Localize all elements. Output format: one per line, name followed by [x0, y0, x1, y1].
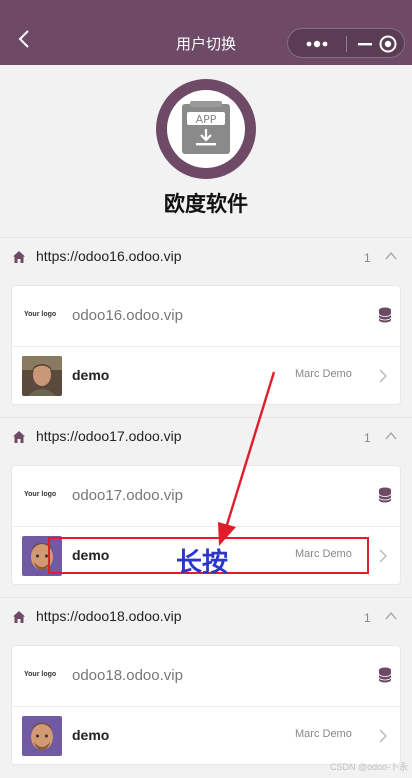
- app-name: 欧度软件: [164, 192, 248, 216]
- database-card: Your logo odoo18.odoo.vip demo Marc Demo: [11, 645, 401, 765]
- more-dots-icon[interactable]: [298, 33, 338, 55]
- server-header[interactable]: https://odoo18.odoo.vip 1: [0, 597, 412, 636]
- user-full-name: Marc Demo: [295, 368, 352, 380]
- database-row[interactable]: Your logo odoo18.odoo.vip: [12, 646, 400, 707]
- user-count: 1: [364, 431, 371, 445]
- server-group: https://odoo18.odoo.vip 1 Your logo odoo…: [0, 597, 412, 765]
- server-url: https://odoo17.odoo.vip: [36, 428, 182, 444]
- database-logo: Your logo: [24, 671, 57, 678]
- user-login: demo: [72, 367, 110, 383]
- minus-icon[interactable]: [354, 33, 376, 55]
- home-icon: [13, 431, 25, 443]
- home-icon: [13, 251, 25, 263]
- server-group: https://odoo17.odoo.vip 1 Your logo odoo…: [0, 417, 412, 585]
- target-circle-icon[interactable]: [376, 33, 400, 55]
- long-press-label: 长按: [176, 548, 229, 578]
- database-logo: Your logo: [24, 491, 57, 498]
- user-row[interactable]: demo Marc Demo: [12, 346, 400, 405]
- avatar: [22, 716, 62, 756]
- user-row[interactable]: demo Marc Demo: [12, 706, 400, 765]
- database-name: odoo18.odoo.vip: [72, 667, 183, 684]
- server-header[interactable]: https://odoo17.odoo.vip 1: [0, 417, 412, 456]
- server-group: https://odoo16.odoo.vip 1 Your logo odoo…: [0, 237, 412, 405]
- database-row[interactable]: Your logo odoo16.odoo.vip: [12, 286, 400, 347]
- user-login: demo: [72, 727, 110, 743]
- chevron-right-icon: [379, 729, 387, 743]
- app-logo-icon: APP: [156, 79, 256, 179]
- nav-bar: 用户切换: [0, 0, 412, 65]
- database-icon: [378, 307, 392, 323]
- database-name: odoo16.odoo.vip: [72, 307, 183, 324]
- mini-program-capsule: [287, 28, 405, 58]
- server-header[interactable]: https://odoo16.odoo.vip 1: [0, 237, 412, 276]
- database-logo: Your logo: [24, 311, 57, 318]
- svg-text:APP: APP: [196, 113, 217, 126]
- database-icon: [378, 487, 392, 503]
- database-icon: [378, 667, 392, 683]
- app-logo: APP: [156, 79, 256, 179]
- database-row[interactable]: Your logo odoo17.odoo.vip: [12, 466, 400, 527]
- chevron-right-icon: [379, 369, 387, 383]
- capsule-divider: [346, 36, 347, 52]
- watermark: CSDN @odoo-卜永: [330, 762, 409, 772]
- database-card: Your logo odoo16.odoo.vip demo Marc Demo: [11, 285, 401, 405]
- avatar: [22, 356, 62, 396]
- server-url: https://odoo18.odoo.vip: [36, 608, 182, 624]
- user-count: 1: [364, 611, 371, 625]
- server-url: https://odoo16.odoo.vip: [36, 248, 182, 264]
- chevron-up-icon[interactable]: [384, 249, 398, 263]
- home-icon: [13, 611, 25, 623]
- user-full-name: Marc Demo: [295, 728, 352, 740]
- chevron-up-icon[interactable]: [384, 609, 398, 623]
- chevron-up-icon[interactable]: [384, 429, 398, 443]
- database-name: odoo17.odoo.vip: [72, 487, 183, 504]
- user-count: 1: [364, 251, 371, 265]
- chevron-right-icon: [379, 549, 387, 563]
